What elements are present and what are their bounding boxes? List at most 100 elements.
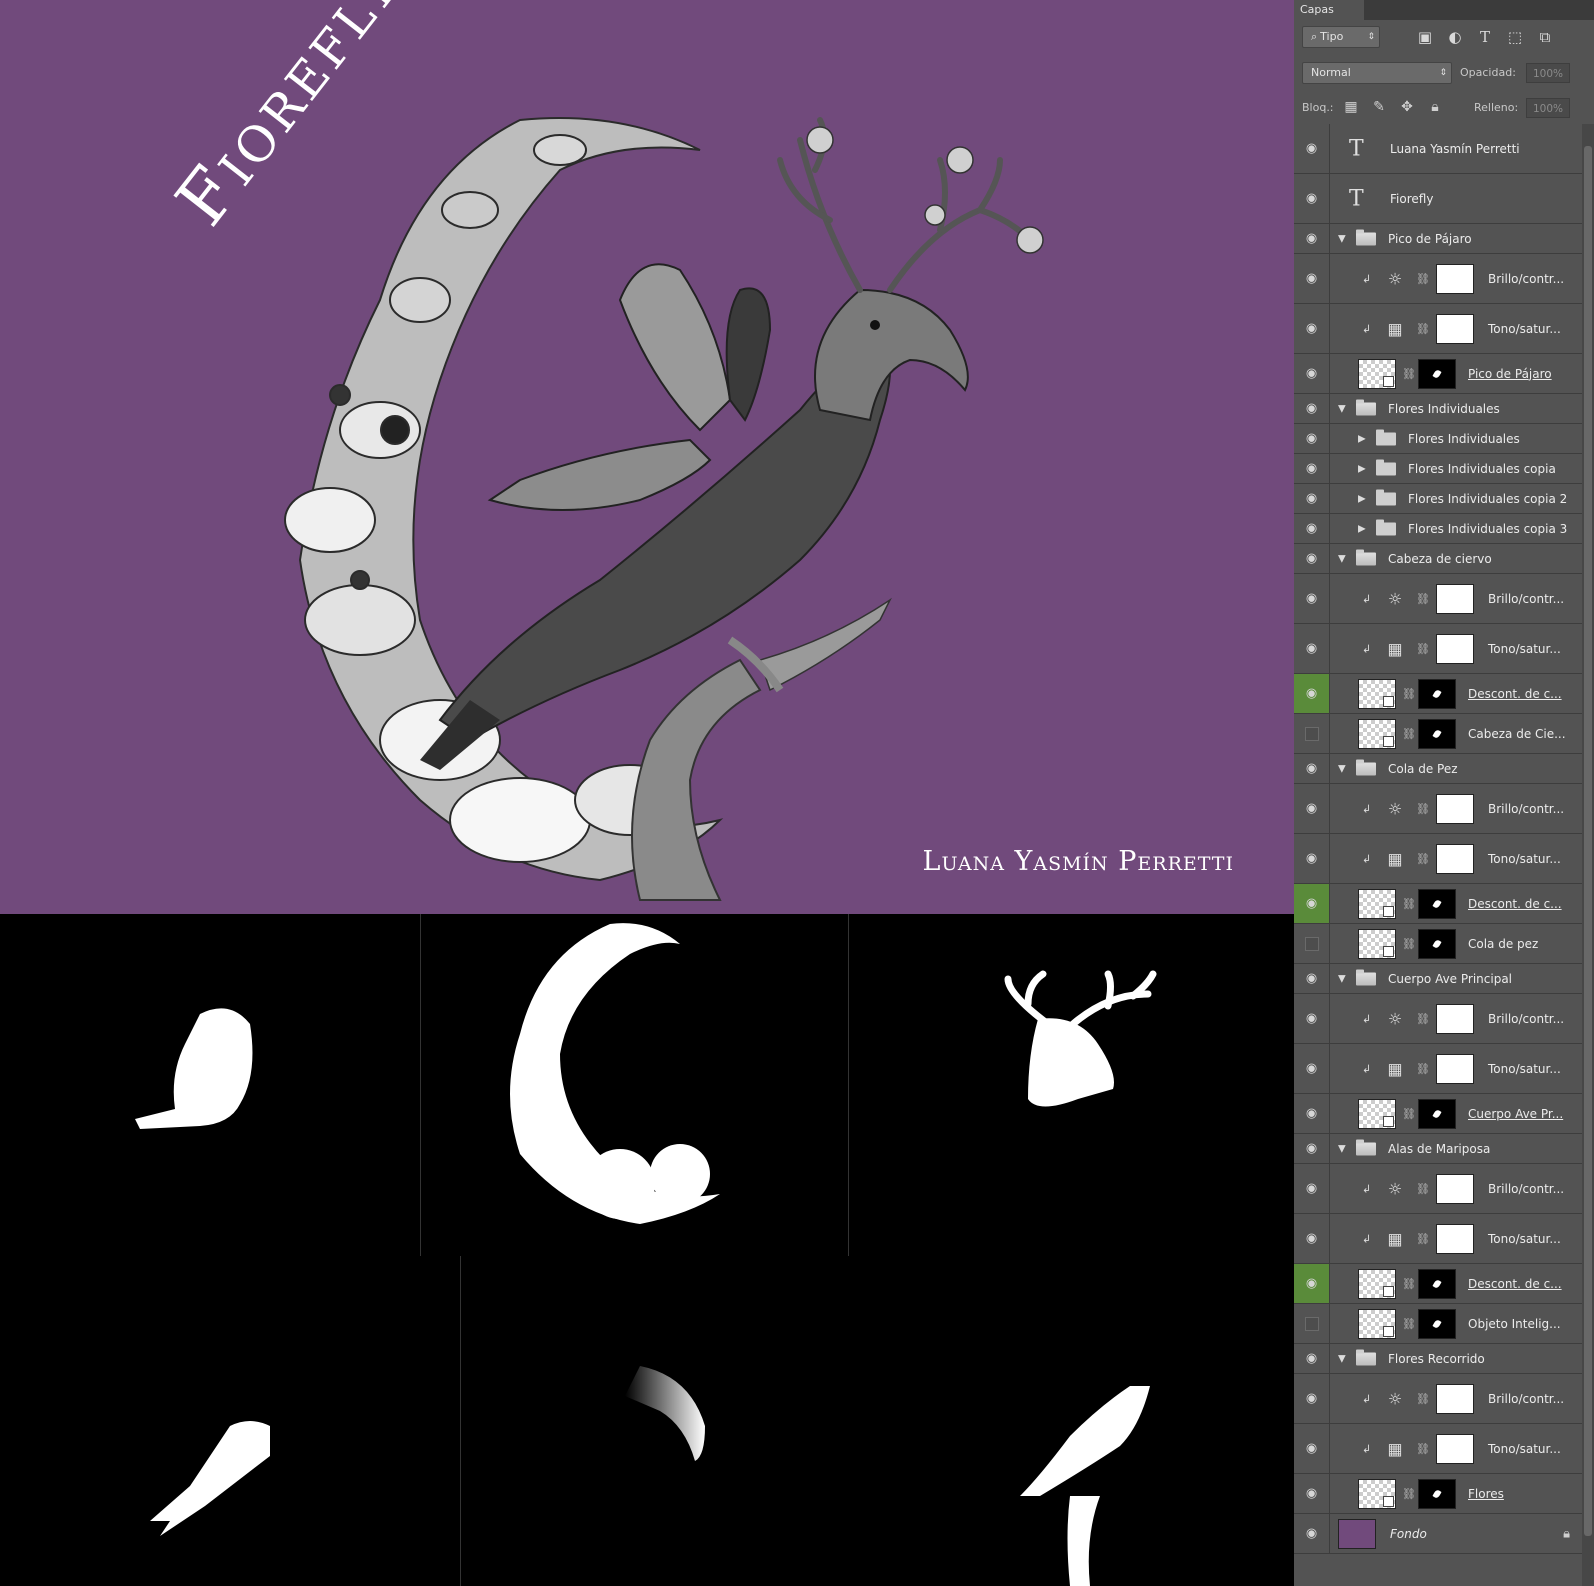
layer-thumbnail[interactable] bbox=[1358, 718, 1396, 749]
link-chain-icon[interactable]: ⛓ bbox=[1416, 322, 1430, 335]
mask-thumbnail[interactable] bbox=[1436, 793, 1474, 824]
link-chain-icon[interactable]: ⛓ bbox=[1416, 1182, 1430, 1195]
link-chain-icon[interactable]: ⛓ bbox=[1402, 897, 1416, 910]
visibility-eye-icon[interactable]: ◉ bbox=[1294, 124, 1330, 173]
visibility-eye-icon[interactable]: ◉ bbox=[1294, 1044, 1330, 1093]
mask-thumbnail[interactable] bbox=[1436, 583, 1474, 614]
disclosure-triangle-icon[interactable]: ▼ bbox=[1338, 763, 1346, 774]
layer-row[interactable]: ◉ ↲ ☼ ⛓ Brillo/contr... bbox=[1294, 994, 1582, 1044]
layer-thumbnail[interactable] bbox=[1358, 888, 1396, 919]
link-chain-icon[interactable]: ⛓ bbox=[1416, 592, 1430, 605]
layer-thumbnail[interactable] bbox=[1358, 358, 1396, 389]
layer-row[interactable]: ◉ ↲ ▦ ⛓ Tono/satur... bbox=[1294, 834, 1582, 884]
mask-thumbnail[interactable] bbox=[1418, 358, 1456, 389]
layer-row[interactable]: ◉ Fondo 🔒︎ bbox=[1294, 1514, 1582, 1554]
layer-row[interactable]: ◉ ⛓ Cuerpo Ave Pr... bbox=[1294, 1094, 1582, 1134]
disclosure-triangle-icon[interactable]: ▶ bbox=[1358, 493, 1366, 504]
lock-transparent-icon[interactable]: ▦ bbox=[1342, 98, 1360, 116]
mask-thumbnail[interactable] bbox=[1436, 263, 1474, 294]
mask-thumbnail[interactable] bbox=[1436, 313, 1474, 344]
mask-thumbnail[interactable] bbox=[1436, 843, 1474, 874]
link-chain-icon[interactable]: ⛓ bbox=[1402, 1317, 1416, 1330]
link-chain-icon[interactable]: ⛓ bbox=[1416, 802, 1430, 815]
mask-thumbnail[interactable] bbox=[1418, 928, 1456, 959]
lock-all-icon[interactable]: 🔒︎ bbox=[1426, 98, 1444, 116]
disclosure-triangle-icon[interactable]: ▶ bbox=[1358, 433, 1366, 444]
mask-thumbnail[interactable] bbox=[1436, 1003, 1474, 1034]
layer-row[interactable]: ◉ ↲ ☼ ⛓ Brillo/contr... bbox=[1294, 784, 1582, 834]
visibility-eye-icon[interactable]: ◉ bbox=[1294, 1514, 1330, 1553]
visibility-eye-icon[interactable]: ◉ bbox=[1294, 394, 1330, 423]
visibility-eye-icon[interactable]: ◉ bbox=[1294, 254, 1330, 303]
layer-row[interactable]: ◉ ↲ ☼ ⛓ Brillo/contr... bbox=[1294, 1374, 1582, 1424]
visibility-eye-icon[interactable]: ◉ bbox=[1294, 514, 1330, 543]
visibility-eye-icon[interactable]: ◉ bbox=[1294, 994, 1330, 1043]
smart-object-filter-icon[interactable]: ⧉ bbox=[1536, 28, 1554, 46]
link-chain-icon[interactable]: ⛓ bbox=[1402, 727, 1416, 740]
layer-thumbnail[interactable] bbox=[1358, 1478, 1396, 1509]
link-chain-icon[interactable]: ⛓ bbox=[1416, 1062, 1430, 1075]
visibility-eye-icon[interactable]: ◉ bbox=[1294, 454, 1330, 483]
link-chain-icon[interactable]: ⛓ bbox=[1416, 1012, 1430, 1025]
layer-row[interactable]: ◉ ↲ ☼ ⛓ Brillo/contr... bbox=[1294, 254, 1582, 304]
layer-row[interactable]: ◉ ▼ Flores Individuales bbox=[1294, 394, 1582, 424]
link-chain-icon[interactable]: ⛓ bbox=[1416, 642, 1430, 655]
layer-row[interactable]: ⛓ Objeto Intelig... bbox=[1294, 1304, 1582, 1344]
visibility-eye-icon[interactable] bbox=[1294, 714, 1330, 753]
layer-row[interactable]: ◉ T Fiorefly bbox=[1294, 174, 1582, 224]
layer-row[interactable]: ◉ ⛓ Descont. de c... bbox=[1294, 1264, 1582, 1304]
layer-row[interactable]: ◉ ▶ Flores Individuales copia 3 bbox=[1294, 514, 1582, 544]
link-chain-icon[interactable]: ⛓ bbox=[1416, 852, 1430, 865]
layer-thumbnail[interactable] bbox=[1358, 678, 1396, 709]
visibility-eye-icon[interactable]: ◉ bbox=[1294, 884, 1330, 923]
mask-thumbnail[interactable] bbox=[1418, 1098, 1456, 1129]
opacity-input[interactable]: 100% bbox=[1526, 63, 1570, 83]
layer-row[interactable]: ◉ ▼ Flores Recorrido bbox=[1294, 1344, 1582, 1374]
layer-row[interactable]: ◉ ⛓ Flores bbox=[1294, 1474, 1582, 1514]
layer-row[interactable]: ◉ ▼ Pico de Pájaro bbox=[1294, 224, 1582, 254]
layer-thumbnail[interactable] bbox=[1358, 1098, 1396, 1129]
mask-thumbnail[interactable] bbox=[1436, 1173, 1474, 1204]
layer-row[interactable]: ◉ ↲ ▦ ⛓ Tono/satur... bbox=[1294, 1424, 1582, 1474]
shape-filter-icon[interactable]: ⬚ bbox=[1506, 28, 1524, 46]
visibility-eye-icon[interactable]: ◉ bbox=[1294, 754, 1330, 783]
mask-thumbnail[interactable] bbox=[1436, 1053, 1474, 1084]
visibility-eye-icon[interactable]: ◉ bbox=[1294, 674, 1330, 713]
visibility-eye-icon[interactable]: ◉ bbox=[1294, 1344, 1330, 1373]
link-chain-icon[interactable]: ⛓ bbox=[1402, 1107, 1416, 1120]
link-chain-icon[interactable]: ⛓ bbox=[1416, 272, 1430, 285]
fill-input[interactable]: 100% bbox=[1526, 98, 1570, 118]
link-chain-icon[interactable]: ⛓ bbox=[1416, 1392, 1430, 1405]
disclosure-triangle-icon[interactable]: ▼ bbox=[1338, 553, 1346, 564]
document-canvas[interactable]: Fiorefly Luana Yasmín Perretti bbox=[0, 0, 1294, 1586]
layer-list-scrollbar[interactable] bbox=[1582, 124, 1594, 1586]
image-filter-icon[interactable]: ▣ bbox=[1416, 28, 1434, 46]
background-thumbnail[interactable] bbox=[1338, 1518, 1376, 1549]
visibility-eye-icon[interactable]: ◉ bbox=[1294, 1134, 1330, 1163]
visibility-eye-icon[interactable]: ◉ bbox=[1294, 304, 1330, 353]
type-filter-icon[interactable]: T bbox=[1476, 28, 1494, 46]
layer-row[interactable]: ◉ ↲ ☼ ⛓ Brillo/contr... bbox=[1294, 574, 1582, 624]
visibility-eye-icon[interactable]: ◉ bbox=[1294, 1094, 1330, 1133]
mask-thumbnail[interactable] bbox=[1418, 718, 1456, 749]
layer-row[interactable]: ◉ ↲ ▦ ⛓ Tono/satur... bbox=[1294, 304, 1582, 354]
layer-row[interactable]: ◉ ▶ Flores Individuales bbox=[1294, 424, 1582, 454]
visibility-eye-icon[interactable] bbox=[1294, 924, 1330, 963]
mask-thumbnail[interactable] bbox=[1418, 1308, 1456, 1339]
visibility-eye-icon[interactable]: ◉ bbox=[1294, 1374, 1330, 1423]
visibility-eye-icon[interactable]: ◉ bbox=[1294, 224, 1330, 253]
layer-row[interactable]: ◉ ↲ ☼ ⛓ Brillo/contr... bbox=[1294, 1164, 1582, 1214]
visibility-eye-icon[interactable]: ◉ bbox=[1294, 574, 1330, 623]
layer-thumbnail[interactable] bbox=[1358, 928, 1396, 959]
mask-thumbnail[interactable] bbox=[1436, 1223, 1474, 1254]
link-chain-icon[interactable]: ⛓ bbox=[1402, 1487, 1416, 1500]
layer-row[interactable]: ◉ ▼ Cabeza de ciervo bbox=[1294, 544, 1582, 574]
link-chain-icon[interactable]: ⛓ bbox=[1402, 367, 1416, 380]
mask-thumbnail[interactable] bbox=[1418, 1268, 1456, 1299]
link-chain-icon[interactable]: ⛓ bbox=[1416, 1232, 1430, 1245]
layer-row[interactable]: ⛓ Cabeza de Cie... bbox=[1294, 714, 1582, 754]
layer-row[interactable]: ◉ ▼ Cuerpo Ave Principal bbox=[1294, 964, 1582, 994]
mask-thumbnail[interactable] bbox=[1436, 1383, 1474, 1414]
link-chain-icon[interactable]: ⛓ bbox=[1402, 687, 1416, 700]
visibility-eye-icon[interactable]: ◉ bbox=[1294, 1474, 1330, 1513]
